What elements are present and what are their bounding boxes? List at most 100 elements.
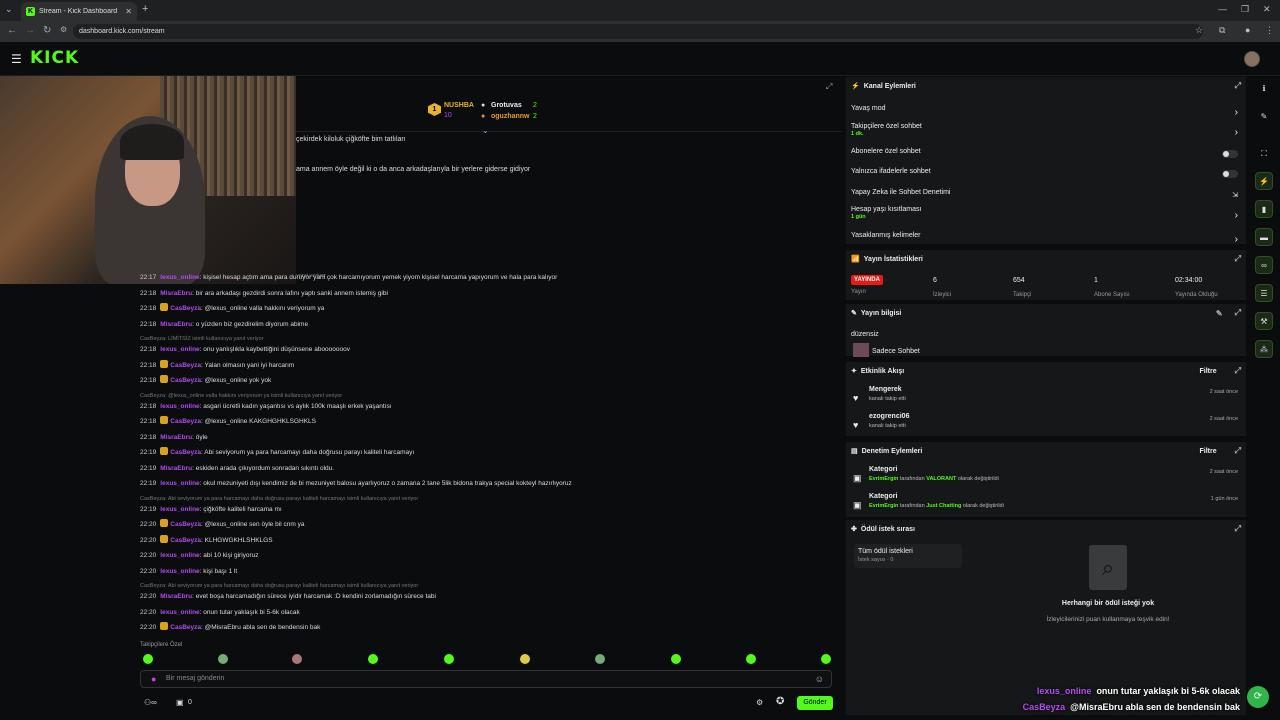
message-username[interactable]: lexus_online [160, 480, 199, 487]
forward-icon[interactable]: → [25, 25, 35, 36]
message-username[interactable]: lexus_online [160, 403, 199, 410]
account-age-row[interactable]: Hesap yaşı kısıtlaması 1 gün › [846, 206, 1246, 232]
kick-logo[interactable]: KICK [30, 48, 79, 68]
emote-icon[interactable] [143, 654, 153, 664]
emote-icon[interactable] [292, 654, 302, 664]
browser-menu-icon[interactable]: ⋮ [1265, 25, 1274, 36]
popout-icon[interactable]: ⤢ [1235, 446, 1241, 456]
banned-words-row[interactable]: Yasaklanmış kelimeler › [846, 232, 1246, 246]
close-window-icon[interactable]: ✕ [1263, 4, 1271, 15]
message-username[interactable]: lexus_online [160, 506, 199, 513]
message-username[interactable]: lexus_online [160, 274, 199, 281]
stat-label: Takipçi [1013, 292, 1032, 298]
browser-tab[interactable]: K Stream - Kick Dashboard ✕ [21, 2, 137, 21]
leader-1-name[interactable]: NUSHBA [444, 102, 474, 109]
tab-search-icon[interactable]: ⌄ [5, 4, 13, 15]
popout-icon[interactable]: ⤢ [1235, 366, 1241, 376]
maximize-icon[interactable]: ❐ [1241, 4, 1249, 15]
emote-icon[interactable] [595, 654, 605, 664]
follower-only-row[interactable]: Takipçilere özel sohbet 1 dk. › [846, 123, 1246, 148]
bolt-icon[interactable]: ⚡ [1255, 172, 1273, 190]
menu-icon[interactable]: ☰ [11, 52, 22, 66]
chat-bubble-icon[interactable]: ▬ [1255, 228, 1273, 246]
gift-icon[interactable]: ▣ [176, 698, 184, 707]
emote-icon[interactable] [368, 654, 378, 664]
share-fab-icon[interactable]: ⟳ [1247, 686, 1269, 708]
message-username[interactable]: lexus_online [160, 568, 199, 575]
info-icon[interactable]: ℹ [1255, 80, 1273, 98]
close-tab-icon[interactable]: ✕ [125, 7, 132, 16]
chevron-down-icon[interactable]: ⌄ [482, 126, 489, 135]
filter-button[interactable]: Filtre [1199, 368, 1216, 375]
message-username[interactable]: MisraEbru [160, 434, 192, 441]
emoji-icon[interactable]: ☺ [815, 674, 824, 684]
emote-icon[interactable] [746, 654, 756, 664]
minimize-icon[interactable]: — [1218, 4, 1227, 14]
message-username[interactable]: lexus_online [160, 346, 199, 353]
leader-2-name[interactable]: Grotuvas [491, 102, 522, 109]
link-icon[interactable]: ∞ [1255, 256, 1273, 274]
emote-only-toggle[interactable] [1222, 170, 1238, 178]
ai-moderation-row[interactable]: Yapay Zeka ile Sohbet Denetimi ⇲ [846, 189, 1246, 206]
message-username[interactable]: CasBeyza [170, 449, 201, 456]
emote-icon[interactable] [520, 654, 530, 664]
site-info-icon[interactable]: ⚙ [60, 25, 67, 34]
popout-icon[interactable]: ⤢ [1235, 81, 1241, 91]
clipboard-icon[interactable]: ▮ [1255, 200, 1273, 218]
popout-icon[interactable]: ⤢ [1235, 308, 1241, 318]
new-tab-icon[interactable]: + [142, 3, 148, 15]
list-icon[interactable]: ☰ [1255, 284, 1273, 302]
extensions-icon[interactable]: ⧉ [1219, 25, 1225, 36]
user-avatar[interactable] [1244, 51, 1260, 67]
mod-user[interactable]: EvrimErgin [869, 503, 898, 509]
pen-icon[interactable]: ✎ [1255, 108, 1273, 126]
crop-icon[interactable]: ⛶ [1255, 145, 1273, 163]
message-text: onun tutar yaklaşık bi 5-6k olacak [203, 608, 300, 616]
emote-icon[interactable] [218, 654, 228, 664]
empty-title: Herhangi bir ödül isteği yok [1061, 600, 1155, 607]
popout-icon[interactable]: ⤢ [1235, 524, 1241, 534]
edit-icon[interactable]: ✎ [1216, 309, 1223, 318]
bookmark-star-icon[interactable]: ☆ [1195, 25, 1203, 36]
chat-message: 22:20 CasBeyza: @MisraEbru abla sen de be… [140, 622, 840, 638]
leader-3-name[interactable]: oguzhannw [491, 113, 530, 120]
activity-user[interactable]: Mengerek [869, 386, 1246, 393]
activity-user[interactable]: ezogrenci06 [869, 413, 1246, 420]
profile-icon[interactable]: ● [1245, 25, 1250, 35]
mic-icon[interactable]: ● [151, 674, 156, 684]
message-username[interactable]: MisraEbru [160, 321, 192, 328]
message-username[interactable]: CasBeyza [170, 537, 201, 544]
chat-input[interactable]: ● Bir mesaj gönderin ☺ [140, 670, 832, 688]
emote-icon[interactable] [671, 654, 681, 664]
back-icon[interactable]: ← [7, 25, 17, 36]
all-rewards-tab[interactable]: Tüm ödül istekleri İstek sayısı · 0 [854, 544, 962, 568]
nodes-icon[interactable]: ⁂ [1255, 340, 1273, 358]
message-text: kişi başı 1 lt [203, 567, 238, 575]
url-field[interactable]: dashboard.kick.com/stream [73, 24, 1203, 39]
message-username[interactable]: lexus_online [160, 552, 199, 559]
message-username[interactable]: MisraEbru [160, 290, 192, 297]
mod-tools-icon[interactable]: ✪ [776, 696, 784, 707]
mod-user[interactable]: EvrimErgin [869, 476, 898, 482]
message-username[interactable]: MisraEbru [160, 593, 192, 600]
slow-mode-row[interactable]: Yavaş mod › [846, 105, 1246, 123]
filter-button[interactable]: Filtre [1199, 448, 1216, 455]
message-username[interactable]: CasBeyza [170, 521, 201, 528]
subscriber-only-toggle[interactable] [1222, 150, 1238, 158]
message-username[interactable]: CasBeyza [170, 362, 201, 369]
message-username[interactable]: MisraEbru [160, 465, 192, 472]
popout-chat-icon[interactable]: ⤢ [826, 82, 832, 92]
popout-icon[interactable]: ⤢ [1235, 254, 1241, 264]
emote-icon[interactable] [821, 654, 831, 664]
message-username[interactable]: CasBeyza [170, 305, 201, 312]
wrench-icon[interactable]: ⚒ [1255, 312, 1273, 330]
message-username[interactable]: CasBeyza [170, 624, 201, 631]
message-username[interactable]: lexus_online [160, 609, 199, 616]
reload-icon[interactable]: ↻ [43, 25, 51, 36]
emote-icon[interactable] [444, 654, 454, 664]
send-button[interactable]: Gönder [797, 696, 833, 710]
points-icon[interactable]: ⚇∞ [144, 698, 157, 707]
settings-icon[interactable]: ⚙ [756, 698, 763, 707]
message-username[interactable]: CasBeyza [170, 377, 201, 384]
message-username[interactable]: CasBeyza [170, 418, 201, 425]
